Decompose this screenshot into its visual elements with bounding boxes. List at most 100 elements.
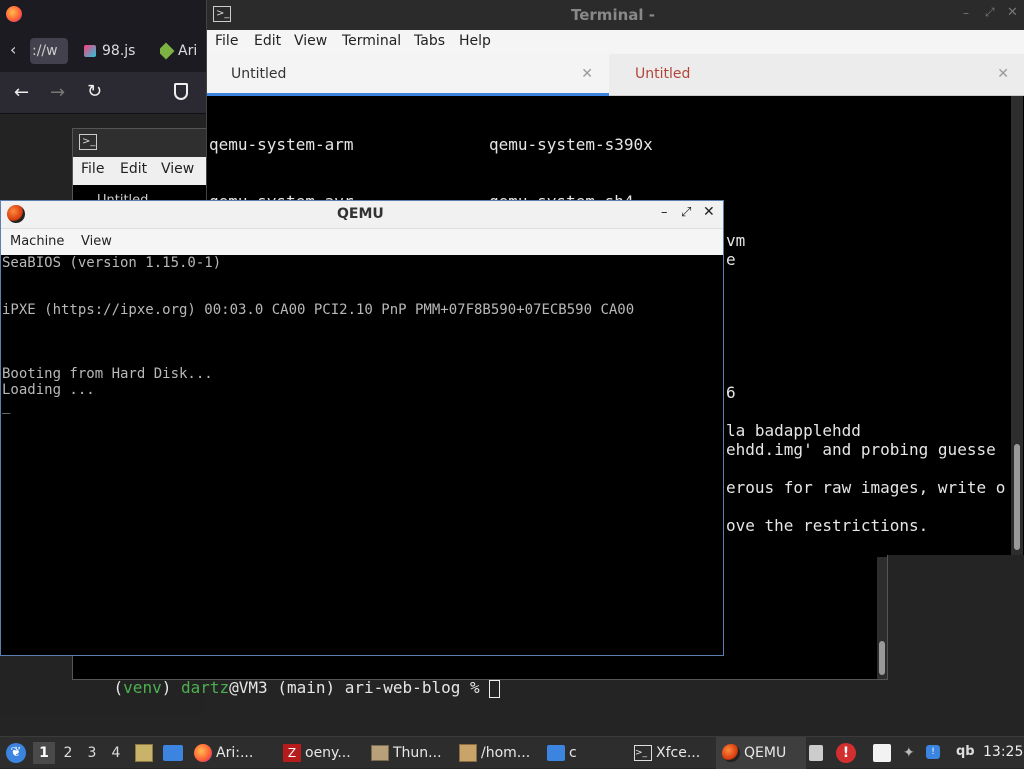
output-line: qemu-system-arm — [209, 135, 354, 154]
show-desktop-icon[interactable] — [163, 745, 183, 761]
terminal-menubar: File Edit View Terminal Tabs Help — [207, 30, 1024, 54]
boot-line: Booting from Hard Disk... — [2, 366, 213, 382]
clock[interactable]: 13:25 — [983, 744, 1023, 760]
menu-file[interactable]: File — [81, 161, 104, 177]
workspace-2[interactable]: 2 — [57, 742, 79, 764]
close-tab-icon[interactable]: ✕ — [581, 54, 593, 94]
whisker-menu-icon[interactable]: ❦ — [6, 743, 26, 763]
firefox-tab-3[interactable]: Ari — [160, 38, 206, 64]
firefox-icon[interactable] — [6, 6, 22, 22]
boot-line: SeaBIOS (version 1.15.0-1) — [2, 255, 222, 271]
menu-view[interactable]: View — [81, 234, 112, 249]
firefox-tab-2[interactable]: 98.js — [84, 38, 154, 64]
app-label: Ari:... — [216, 745, 254, 761]
shell-prompt: (venv) dartz@VM3 (main) ari-web-blog % — [75, 659, 501, 717]
qemu-logo-icon — [7, 205, 25, 223]
firefox-tabbar: ‹ ://w 98.js Ari — [0, 30, 206, 72]
clipboard-icon[interactable] — [809, 745, 823, 761]
taskbar-app-terminal[interactable]: >_ Xfce... — [634, 737, 700, 769]
app-label: /hom... — [481, 745, 531, 761]
app-label: c — [569, 745, 577, 761]
close-icon[interactable]: ✕ — [703, 204, 715, 220]
app-label: Thun... — [393, 745, 442, 761]
firefox-tab-1[interactable]: ://w — [30, 38, 68, 64]
menu-file[interactable]: File — [215, 33, 238, 49]
app-label: oeny... — [305, 745, 351, 761]
minimize-icon[interactable]: – — [661, 205, 668, 220]
firefox-navbar: ← → ↻ — [0, 72, 206, 114]
terminal-scrollbar[interactable] — [1011, 96, 1023, 555]
window-title: QEMU — [337, 206, 384, 222]
close-icon[interactable]: ✕ — [1007, 5, 1018, 20]
taskbar-app-firefox[interactable]: Ari:... — [194, 737, 253, 769]
taskbar-app-home[interactable]: /hom... — [459, 737, 530, 769]
vm-screen[interactable]: SeaBIOS (version 1.15.0-1) iPXE (https:/… — [1, 255, 723, 655]
menu-help[interactable]: Help — [459, 33, 491, 49]
terminal-cursor — [489, 679, 501, 698]
shield-icon[interactable] — [174, 83, 188, 100]
scrollbar-thumb[interactable] — [879, 641, 885, 675]
boot-line: iPXE (https://ipxe.org) 00:03.0 CA00 PCI… — [2, 302, 635, 318]
menu-edit[interactable]: Edit — [254, 33, 281, 49]
qemu-titlebar[interactable]: QEMU – ⤢ ✕ — [1, 201, 723, 229]
alert-icon[interactable]: ! — [836, 743, 856, 763]
taskbar-app-folder[interactable]: c — [547, 737, 577, 769]
tab-label: 98.js — [102, 43, 136, 59]
workspace-1[interactable]: 1 — [33, 742, 55, 764]
output-fragment: la badapplehdd — [726, 421, 861, 440]
folder-icon — [371, 745, 389, 761]
maximize-icon[interactable]: ⤢ — [985, 5, 995, 20]
terminal-tab-2[interactable]: Untitled ✕ — [611, 54, 1024, 96]
filezilla-icon: Z — [283, 744, 301, 762]
prompt-venv: venv — [123, 678, 162, 697]
vm-cursor: _ — [2, 398, 11, 414]
tab-label: Ari — [178, 43, 198, 59]
network-icon[interactable]: ✦ — [903, 745, 915, 761]
firefox-icon — [194, 744, 212, 762]
prompt-user: dartz — [180, 678, 230, 697]
active-tab-indicator — [207, 93, 609, 96]
tab-label: Untitled — [635, 66, 691, 82]
window-title: Terminal - — [571, 6, 655, 24]
minimize-icon[interactable]: – — [963, 6, 969, 20]
taskbar-app-qemu[interactable]: QEMU — [716, 737, 806, 769]
terminal-titlebar[interactable]: >_ Terminal - – ⤢ ✕ — [207, 0, 1024, 30]
menu-view[interactable]: View — [294, 33, 327, 49]
archive-manager-icon[interactable] — [135, 744, 153, 762]
back-arrow-icon[interactable]: ← — [14, 82, 29, 103]
terminal-scrollbar[interactable] — [877, 557, 887, 679]
output-line: qemu-system-s390x — [489, 135, 653, 154]
menu-tabs[interactable]: Tabs — [414, 33, 445, 49]
workspace-4[interactable]: 4 — [105, 742, 127, 764]
output-fragment: vm — [726, 231, 746, 250]
maximize-icon[interactable]: ⤢ — [681, 205, 691, 220]
package-icon — [459, 744, 477, 762]
tabs-scroll-left-icon[interactable]: ‹ — [10, 40, 16, 59]
reload-icon[interactable]: ↻ — [87, 81, 102, 102]
prompt-paren: ( — [113, 678, 124, 697]
taskbar-app-filezilla[interactable]: Zoeny... — [283, 737, 351, 769]
menu-machine[interactable]: Machine — [10, 234, 64, 249]
forward-arrow-icon[interactable]: → — [50, 82, 65, 103]
menu-terminal[interactable]: Terminal — [342, 33, 401, 49]
workspace-3[interactable]: 3 — [81, 742, 103, 764]
bluetooth-icon[interactable]: ! — [926, 745, 940, 759]
tab-favicon-icon — [84, 45, 96, 57]
terminal-icon: >_ — [634, 745, 652, 761]
output-fragment: ove the restrictions. — [726, 516, 929, 535]
notes-icon[interactable] — [873, 744, 891, 762]
prompt-paren: ) — [161, 678, 172, 697]
scrollbar-thumb[interactable] — [1014, 444, 1020, 550]
terminal-tab-1[interactable]: Untitled ✕ — [207, 54, 609, 96]
output-fragment: ehdd.img' and probing guesse — [726, 440, 996, 459]
taskbar-app-thunar[interactable]: Thun... — [371, 737, 442, 769]
taskbar: ❦ 1 2 3 4 Ari:... Zoeny... Thun... /hom.… — [0, 736, 1024, 769]
tray-text[interactable]: qb — [956, 744, 975, 759]
qemu-window[interactable]: QEMU – ⤢ ✕ Machine View SeaBIOS (version… — [0, 200, 724, 656]
menu-edit[interactable]: Edit — [120, 161, 147, 177]
boot-line: Loading ... — [2, 382, 95, 398]
close-tab-icon[interactable]: ✕ — [997, 54, 1009, 94]
menu-view[interactable]: View — [161, 161, 194, 177]
folder-icon — [547, 745, 565, 761]
output-fragment: 6 — [726, 383, 736, 402]
